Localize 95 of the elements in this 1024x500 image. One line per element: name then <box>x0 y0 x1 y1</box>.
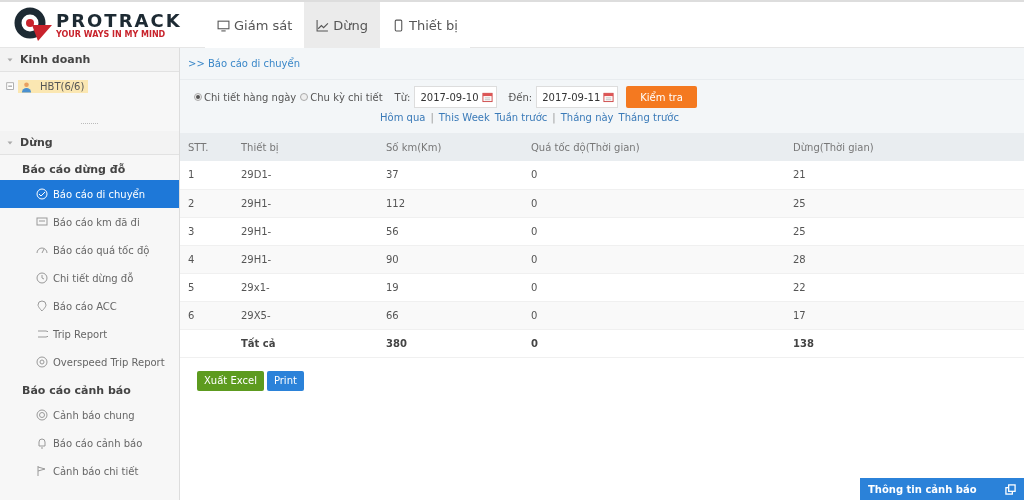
caret-icon <box>6 139 14 146</box>
logo-icon <box>14 6 54 43</box>
date-link[interactable]: Tháng này <box>560 112 614 123</box>
table-cell: 29D1- <box>233 161 378 189</box>
table-cell: 22 <box>785 273 1024 301</box>
alert-title: Thông tin cảnh báo <box>868 483 977 495</box>
column-header: Thiết bị <box>233 133 378 161</box>
user-icon <box>21 81 32 93</box>
field-label: Từ: <box>394 91 411 103</box>
caret-icon <box>6 56 14 63</box>
table-cell: 4 <box>180 245 233 273</box>
table-cell: 6 <box>180 301 233 329</box>
table-cell: 29X5- <box>233 301 378 329</box>
table-cell: 29H1- <box>233 217 378 245</box>
screen-icon <box>36 216 48 228</box>
group-title: Báo cáo cảnh báo <box>21 383 132 399</box>
table-cell: 3 <box>180 217 233 245</box>
ring-icon <box>36 356 48 368</box>
calendar-icon <box>481 91 493 103</box>
table-cell: 29x1- <box>233 273 378 301</box>
table-cell: 0 <box>523 189 785 217</box>
total-label: Tất cả <box>233 329 378 357</box>
table-cell: 0 <box>523 273 785 301</box>
check-circle-icon <box>36 188 48 200</box>
table-cell: 28 <box>785 245 1024 273</box>
separator-text: | <box>552 112 556 123</box>
table-cell: 29H1- <box>233 245 378 273</box>
table-cell: 5 <box>180 273 233 301</box>
menu-item[interactable]: Báo cáo cảnh báo <box>0 429 179 457</box>
flag-icon <box>36 465 48 477</box>
menu-item[interactable]: Cảnh báo chung <box>0 401 179 429</box>
monitor-icon <box>217 18 230 32</box>
table-cell: 21 <box>785 161 1024 189</box>
table-cell: 29H1- <box>233 189 378 217</box>
table-cell: 90 <box>378 245 523 273</box>
grip-icon <box>80 122 99 125</box>
print-button[interactable]: Print <box>266 370 304 391</box>
table-cell: 0 <box>523 245 785 273</box>
menu-item[interactable]: Chi tiết dừng đỗ <box>0 264 179 292</box>
table-cell: 66 <box>378 301 523 329</box>
column-header: Dừng(Thời gian) <box>785 133 1024 161</box>
panel-header[interactable]: Kinh doanh <box>0 48 179 72</box>
popout-icon <box>1005 483 1016 495</box>
table-cell: 25 <box>785 217 1024 245</box>
table-cell: 1 <box>180 161 233 189</box>
export-button[interactable]: Xuất Excel <box>197 370 264 391</box>
alert-panel[interactable]: Thông tin cảnh báo <box>860 478 1024 500</box>
table-cell: 0 <box>523 161 785 189</box>
menu-item[interactable]: Báo cáo ACC <box>0 292 179 320</box>
nav-tab[interactable]: Dừng <box>304 2 381 48</box>
calendar-icon <box>603 91 615 103</box>
field-label: Đến: <box>508 91 533 103</box>
gauge-icon <box>36 244 48 256</box>
table-cell: 17 <box>785 301 1024 329</box>
tree-node[interactable]: HBT(6/6) <box>18 80 89 93</box>
table-cell: 0 <box>523 301 785 329</box>
column-header: Quá tốc độ(Thời gian) <box>523 133 785 161</box>
table-cell: 25 <box>785 189 1024 217</box>
date-link[interactable]: This Week <box>438 112 490 123</box>
logo-name: PROTRACK <box>56 10 182 31</box>
route-icon <box>36 328 48 340</box>
table-cell: 112 <box>378 189 523 217</box>
total-cell: 0 <box>523 329 785 357</box>
date-link[interactable]: Tuần trước <box>494 112 548 123</box>
pin-icon <box>36 300 48 312</box>
column-header: Số km(Km) <box>378 133 523 161</box>
menu-item[interactable]: Báo cáo km đã đi <box>0 208 179 236</box>
table-cell: 2 <box>180 189 233 217</box>
total-cell: 138 <box>785 329 1024 357</box>
date-field[interactable]: 2017-09-11 <box>536 86 619 108</box>
menu-item[interactable]: Cảnh báo chi tiết <box>0 457 179 485</box>
date-link[interactable]: Tháng trước <box>618 112 679 123</box>
total-cell: 380 <box>378 329 523 357</box>
clock-icon <box>36 272 48 284</box>
date-field[interactable]: 2017-09-10 <box>414 86 497 108</box>
table-cell: 37 <box>378 161 523 189</box>
table-cell: 0 <box>523 217 785 245</box>
logo-tagline: YOUR WAYS IN MY MIND <box>56 30 167 39</box>
menu-item[interactable]: Báo cáo di chuyển <box>0 180 179 208</box>
panel-header[interactable]: Dừng <box>0 131 179 155</box>
radio-option[interactable]: Chu kỳ chi tiết <box>300 91 383 103</box>
menu-item[interactable]: Overspeed Trip Report <box>0 348 179 376</box>
menu-item[interactable]: Báo cáo quá tốc độ <box>0 236 179 264</box>
column-header: STT. <box>180 133 233 161</box>
bell-icon <box>36 437 48 449</box>
group-title: Báo cáo dừng đỗ <box>21 162 127 178</box>
chart-icon <box>316 18 330 32</box>
menu-item[interactable]: Trip Report <box>0 320 179 348</box>
breadcrumb[interactable]: >> Báo cáo di chuyển <box>188 58 301 69</box>
table-cell: 56 <box>378 217 523 245</box>
date-link[interactable]: Hôm qua <box>380 112 426 123</box>
table-cell: 19 <box>378 273 523 301</box>
radio-option[interactable]: Chi tiết hàng ngày <box>194 91 297 103</box>
separator-text: | <box>430 112 434 123</box>
target-icon <box>36 409 48 421</box>
